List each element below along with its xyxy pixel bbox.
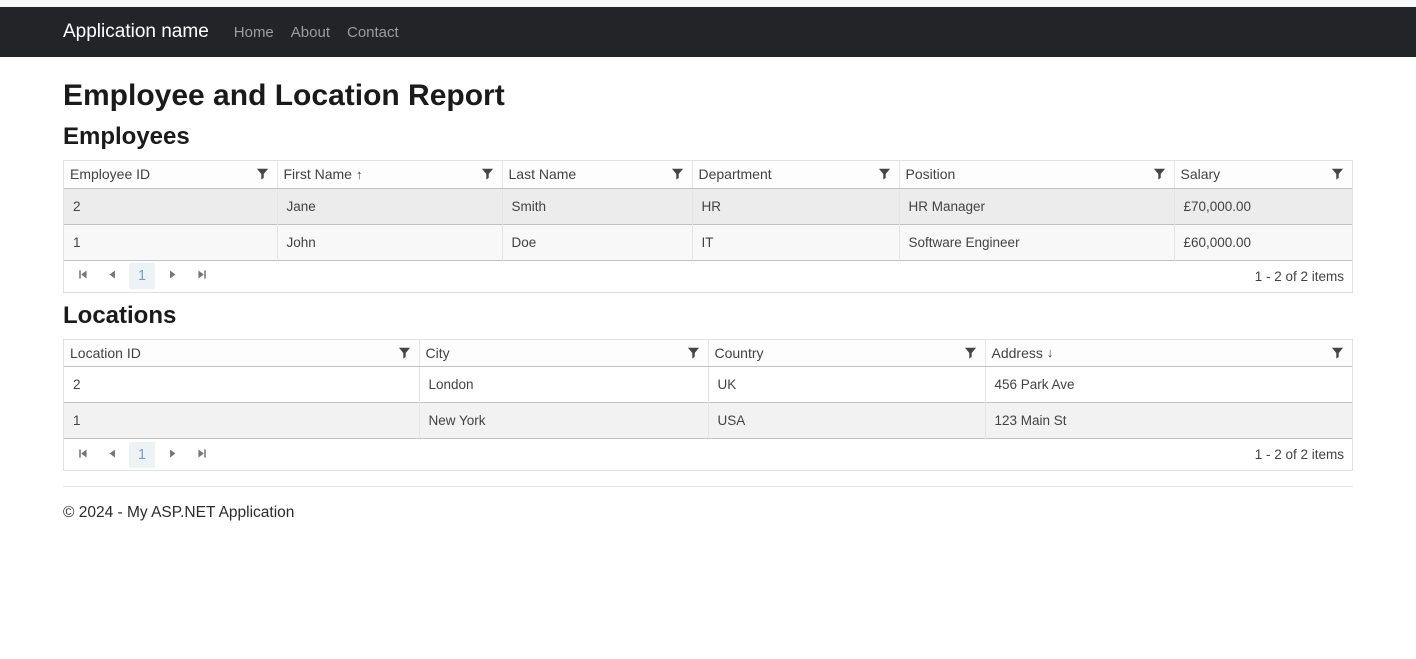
column-label: Address [992,345,1043,361]
employees-col-header-first-name[interactable]: First Name ↑ [277,161,502,188]
cell-country: UK [708,367,985,403]
footer: © 2024 - My ASP.NET Application [63,504,1353,522]
navbar: Application name Home About Contact [0,7,1416,57]
locations-header-row: Location ID City Country [64,340,1352,367]
locations-col-header-country[interactable]: Country [708,340,985,367]
pager-info: 1 - 2 of 2 items [1255,269,1344,284]
nav-links: Home About Contact [234,24,399,41]
nav-link-about[interactable]: About [291,24,330,41]
employees-col-header-department[interactable]: Department [692,161,899,188]
cell-salary: £70,000.00 [1174,188,1352,224]
sort-descending-icon: ↓ [1047,345,1054,360]
locations-heading: Locations [63,301,1353,330]
table-row[interactable]: 1 John Doe IT Software Engineer £60,000.… [64,224,1352,260]
employees-col-header-employee-id[interactable]: Employee ID [64,161,277,188]
last-page-button[interactable] [189,443,215,467]
cell-employee-id: 1 [64,224,277,260]
previous-page-button[interactable] [99,443,125,467]
cell-position: Software Engineer [899,224,1174,260]
previous-page-icon [106,447,119,463]
previous-page-icon [106,268,119,284]
pager-info: 1 - 2 of 2 items [1255,447,1344,462]
first-page-button[interactable] [69,443,95,467]
employees-table: Employee ID First Name ↑ Last Na [64,161,1352,261]
main-content: Employee and Location Report Employees E… [63,78,1353,522]
column-label: Location ID [70,345,141,361]
cell-city: New York [419,403,708,439]
column-label: Last Name [509,166,577,182]
cell-first-name: John [277,224,502,260]
filter-funnel-icon[interactable] [685,345,702,361]
locations-pager: 1 1 - 2 of 2 items [64,439,1352,470]
footer-divider [63,486,1353,487]
cell-department: HR [692,188,899,224]
filter-funnel-icon[interactable] [962,345,979,361]
next-page-button[interactable] [159,443,185,467]
column-label: Department [699,166,772,182]
page-title: Employee and Location Report [63,78,1353,114]
cell-country: USA [708,403,985,439]
cell-employee-id: 2 [64,188,277,224]
filter-funnel-icon[interactable] [254,166,271,182]
filter-funnel-icon[interactable] [669,166,686,182]
cell-first-name: Jane [277,188,502,224]
locations-col-header-city[interactable]: City [419,340,708,367]
last-page-button[interactable] [189,264,215,288]
next-page-icon [166,447,179,463]
cell-location-id: 2 [64,367,419,403]
page-number-button[interactable]: 1 [129,263,155,289]
filter-funnel-icon[interactable] [1151,166,1168,182]
cell-last-name: Doe [502,224,692,260]
locations-col-header-location-id[interactable]: Location ID [64,340,419,367]
cell-position: HR Manager [899,188,1174,224]
top-strip [0,0,1416,7]
sort-ascending-icon: ↑ [356,167,363,182]
cell-location-id: 1 [64,403,419,439]
nav-link-home[interactable]: Home [234,24,274,41]
column-label: Position [906,166,956,182]
previous-page-button[interactable] [99,264,125,288]
column-label: Employee ID [70,166,150,182]
employees-grid: Employee ID First Name ↑ Last Na [63,160,1353,293]
table-row[interactable]: 2 London UK 456 Park Ave [64,367,1352,403]
column-label: Salary [1181,166,1221,182]
employees-pager: 1 1 - 2 of 2 items [64,261,1352,292]
employees-col-header-salary[interactable]: Salary [1174,161,1352,188]
first-page-icon [76,268,89,284]
last-page-icon [196,447,209,463]
employees-heading: Employees [63,122,1353,151]
locations-table: Location ID City Country [64,340,1352,440]
filter-funnel-icon[interactable] [1329,166,1346,182]
locations-col-header-address[interactable]: Address ↓ [985,340,1352,367]
column-label: First Name [284,166,352,182]
cell-address: 456 Park Ave [985,367,1352,403]
next-page-button[interactable] [159,264,185,288]
filter-funnel-icon[interactable] [396,345,413,361]
table-row[interactable]: 1 New York USA 123 Main St [64,403,1352,439]
employees-col-header-position[interactable]: Position [899,161,1174,188]
app-brand-link[interactable]: Application name [63,21,209,43]
next-page-icon [166,268,179,284]
cell-department: IT [692,224,899,260]
nav-link-contact[interactable]: Contact [347,24,399,41]
last-page-icon [196,268,209,284]
cell-last-name: Smith [502,188,692,224]
column-label: Country [715,345,764,361]
employees-col-header-last-name[interactable]: Last Name [502,161,692,188]
footer-text: © 2024 - My ASP.NET Application [63,504,1353,522]
filter-funnel-icon[interactable] [876,166,893,182]
filter-funnel-icon[interactable] [1329,345,1346,361]
cell-address: 123 Main St [985,403,1352,439]
employees-header-row: Employee ID First Name ↑ Last Na [64,161,1352,188]
column-label: City [426,345,450,361]
filter-funnel-icon[interactable] [479,166,496,182]
locations-grid: Location ID City Country [63,339,1353,472]
first-page-icon [76,447,89,463]
table-row[interactable]: 2 Jane Smith HR HR Manager £70,000.00 [64,188,1352,224]
page-number-button[interactable]: 1 [129,442,155,468]
cell-city: London [419,367,708,403]
first-page-button[interactable] [69,264,95,288]
cell-salary: £60,000.00 [1174,224,1352,260]
